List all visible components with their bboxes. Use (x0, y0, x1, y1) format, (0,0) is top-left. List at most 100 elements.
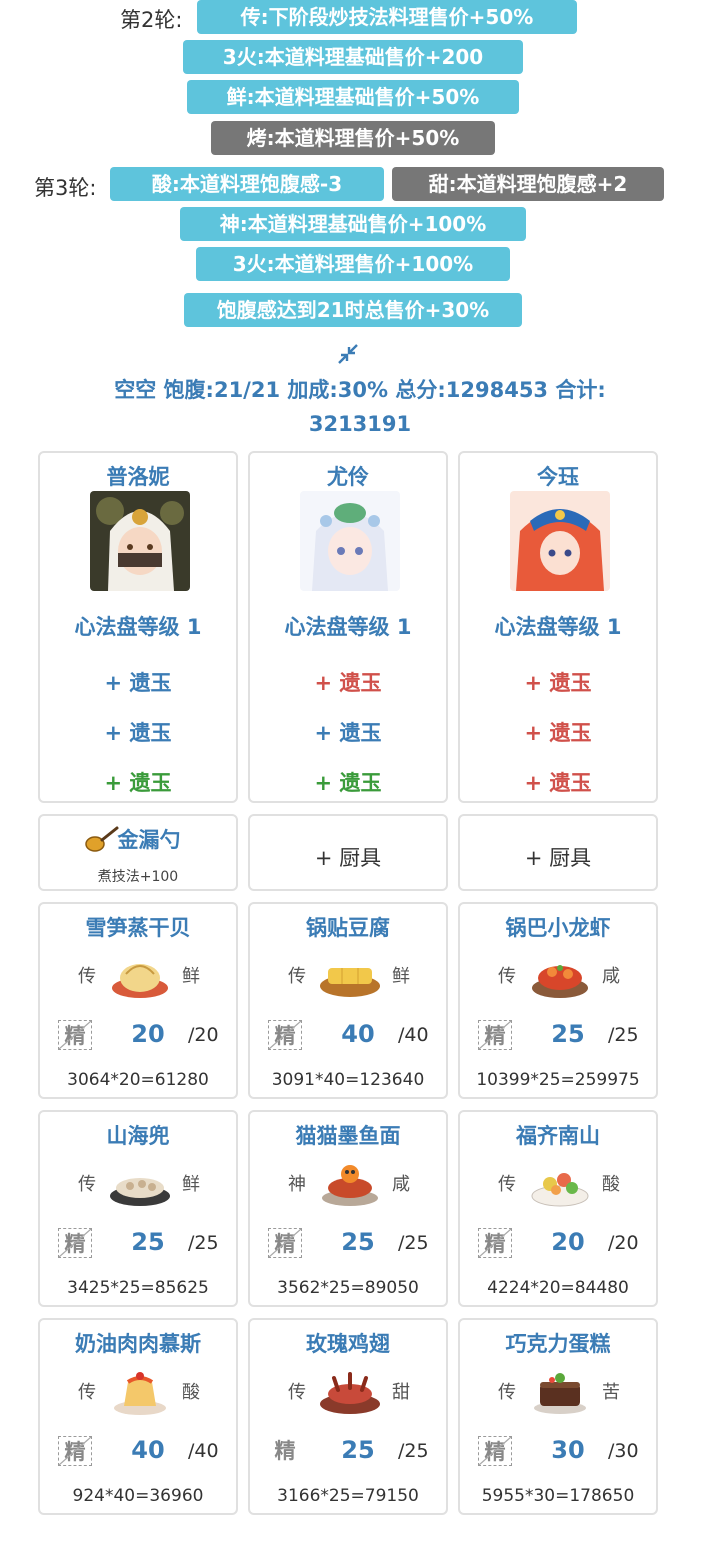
dish-price-calc: 4224*20=84480 (487, 1278, 629, 1298)
dish-price-calc: 3091*40=123640 (271, 1070, 425, 1090)
refine-toggle[interactable]: 精 (268, 1020, 302, 1050)
avatar[interactable] (90, 491, 190, 591)
dish-image[interactable] (528, 948, 592, 1000)
dish-price-calc: 10399*25=259975 (476, 1070, 640, 1090)
jade-slot[interactable]: + 遗玉 (460, 667, 656, 697)
dish-rank: 传 (288, 966, 306, 987)
dish-name: 猫猫墨鱼面 (295, 1124, 401, 1148)
refine-toggle[interactable]: 精 (478, 1020, 512, 1050)
dish-flavor: 酸 (182, 1382, 200, 1403)
rule-tag: 3火:本道料理基础售价+200 (183, 40, 523, 74)
equipment-slot[interactable]: 金漏勺 煮技法+100 (38, 814, 238, 891)
collapse-icon[interactable] (337, 343, 359, 365)
jade-slot[interactable]: + 遗玉 (250, 717, 446, 747)
chef-card[interactable]: 尤伶 心法盘等级 1 + 遗玉 + 遗玉 + 遗玉 (248, 451, 448, 803)
dish-card[interactable]: 山海兜传 鲜精 25/25 3425*25=85625 (38, 1110, 238, 1307)
rule-tag: 烤:本道料理售价+50% (211, 121, 495, 155)
dish-image[interactable] (318, 1156, 382, 1208)
dish-card[interactable]: 猫猫墨鱼面神 咸精 25/25 3562*25=89050 (248, 1110, 448, 1307)
equipment-slot[interactable]: + 厨具 (248, 814, 448, 891)
dish-quantity[interactable]: 20 (540, 1228, 596, 1256)
dish-quantity-max: /30 (608, 1440, 639, 1462)
skill-plate-level[interactable]: 心法盘等级 1 (460, 611, 656, 641)
jade-slot[interactable]: + 遗玉 (40, 717, 236, 747)
score-summary: 空空 饱腹:21/21 加成:30% 总分:1298453 合计: 321319… (40, 373, 680, 441)
dish-quantity-max: /20 (188, 1024, 219, 1046)
refine-toggle[interactable]: 精 (478, 1436, 512, 1466)
dish-card[interactable]: 锅巴小龙虾传 咸精 25/25 10399*25=259975 (458, 902, 658, 1099)
dish-rank: 传 (498, 1174, 516, 1195)
dish-price-calc: 3166*25=79150 (277, 1486, 419, 1506)
dish-card[interactable]: 奶油肉肉慕斯传 酸精 40/40 924*40=36960 (38, 1318, 238, 1515)
dish-name: 雪笋蒸干贝 (85, 916, 191, 940)
skill-plate-level[interactable]: 心法盘等级 1 (250, 611, 446, 641)
dish-quantity[interactable]: 25 (330, 1228, 386, 1256)
refine-toggle[interactable]: 精 (58, 1020, 92, 1050)
dish-image[interactable] (108, 1156, 172, 1208)
dish-rank: 传 (498, 1382, 516, 1403)
add-equipment-button[interactable]: + 厨具 (250, 842, 446, 872)
dish-card[interactable]: 玫瑰鸡翅传 甜精 25/25 3166*25=79150 (248, 1318, 448, 1515)
dish-quantity[interactable]: 30 (540, 1436, 596, 1464)
refine-toggle[interactable]: 精 (268, 1436, 302, 1466)
dish-card[interactable]: 锅贴豆腐传 鲜精 40/40 3091*40=123640 (248, 902, 448, 1099)
add-equipment-button[interactable]: + 厨具 (460, 842, 656, 872)
summary-line-1: 空空 饱腹:21/21 加成:30% 总分:1298453 合计: (114, 378, 606, 402)
jade-slot[interactable]: + 遗玉 (40, 667, 236, 697)
jade-slot[interactable]: + 遗玉 (250, 667, 446, 697)
dish-rank: 传 (78, 966, 96, 987)
refine-toggle[interactable]: 精 (268, 1228, 302, 1258)
dish-name: 山海兜 (106, 1124, 170, 1148)
dish-image[interactable] (108, 948, 172, 1000)
chef-card[interactable]: 今珏 心法盘等级 1 + 遗玉 + 遗玉 + 遗玉 (458, 451, 658, 803)
chef-name: 今珏 (537, 465, 579, 489)
dish-rank: 传 (498, 966, 516, 987)
refine-toggle[interactable]: 精 (58, 1228, 92, 1258)
dish-flavor: 鲜 (182, 966, 200, 987)
dish-image[interactable] (528, 1156, 592, 1208)
equipment-slot[interactable]: + 厨具 (458, 814, 658, 891)
dish-name: 锅贴豆腐 (306, 916, 390, 940)
dish-card[interactable]: 巧克力蛋糕传 苦精 30/30 5955*30=178650 (458, 1318, 658, 1515)
dish-quantity[interactable]: 40 (120, 1436, 176, 1464)
refine-toggle[interactable]: 精 (478, 1228, 512, 1258)
dish-image[interactable] (318, 1364, 382, 1416)
dish-flavor: 苦 (602, 1382, 620, 1403)
jade-slot[interactable]: + 遗玉 (40, 767, 236, 797)
dish-flavor: 鲜 (392, 966, 410, 987)
dish-price-calc: 924*40=36960 (72, 1486, 204, 1506)
dish-card[interactable]: 雪笋蒸干贝传 鲜精 20/20 3064*20=61280 (38, 902, 238, 1099)
dish-quantity[interactable]: 25 (540, 1020, 596, 1048)
dish-quantity[interactable]: 25 (330, 1436, 386, 1464)
chef-card[interactable]: 普洛妮 心法盘等级 1 + 遗玉 + 遗玉 + 遗玉 (38, 451, 238, 803)
jade-slot[interactable]: + 遗玉 (460, 717, 656, 747)
dish-flavor: 甜 (392, 1382, 410, 1403)
dish-name: 巧克力蛋糕 (505, 1332, 611, 1356)
dish-image[interactable] (108, 1364, 172, 1416)
equipment-name: 金漏勺 (117, 828, 181, 852)
dish-name: 锅巴小龙虾 (505, 916, 611, 940)
refine-toggle[interactable]: 精 (58, 1436, 92, 1466)
dish-card[interactable]: 福齐南山传 酸精 20/20 4224*20=84480 (458, 1110, 658, 1307)
dish-quantity-max: /25 (398, 1440, 429, 1462)
dish-image[interactable] (528, 1364, 592, 1416)
dish-quantity[interactable]: 40 (330, 1020, 386, 1048)
dish-name: 奶油肉肉慕斯 (75, 1332, 201, 1356)
skill-plate-level[interactable]: 心法盘等级 1 (40, 611, 236, 641)
dish-flavor: 酸 (602, 1174, 620, 1195)
dish-rank: 神 (288, 1174, 306, 1195)
dish-quantity-max: /40 (398, 1024, 429, 1046)
jade-slot[interactable]: + 遗玉 (460, 767, 656, 797)
dish-quantity[interactable]: 20 (120, 1020, 176, 1048)
round-2-label: 第2轮: (120, 8, 183, 32)
dish-quantity[interactable]: 25 (120, 1228, 176, 1256)
avatar[interactable] (510, 491, 610, 591)
chef-name: 尤伶 (327, 465, 369, 489)
dish-quantity-max: /25 (188, 1232, 219, 1254)
jade-slot[interactable]: + 遗玉 (250, 767, 446, 797)
dish-image[interactable] (318, 948, 382, 1000)
avatar[interactable] (300, 491, 400, 591)
dish-name: 福齐南山 (516, 1124, 600, 1148)
dish-rank: 传 (78, 1382, 96, 1403)
dish-price-calc: 3562*25=89050 (277, 1278, 419, 1298)
